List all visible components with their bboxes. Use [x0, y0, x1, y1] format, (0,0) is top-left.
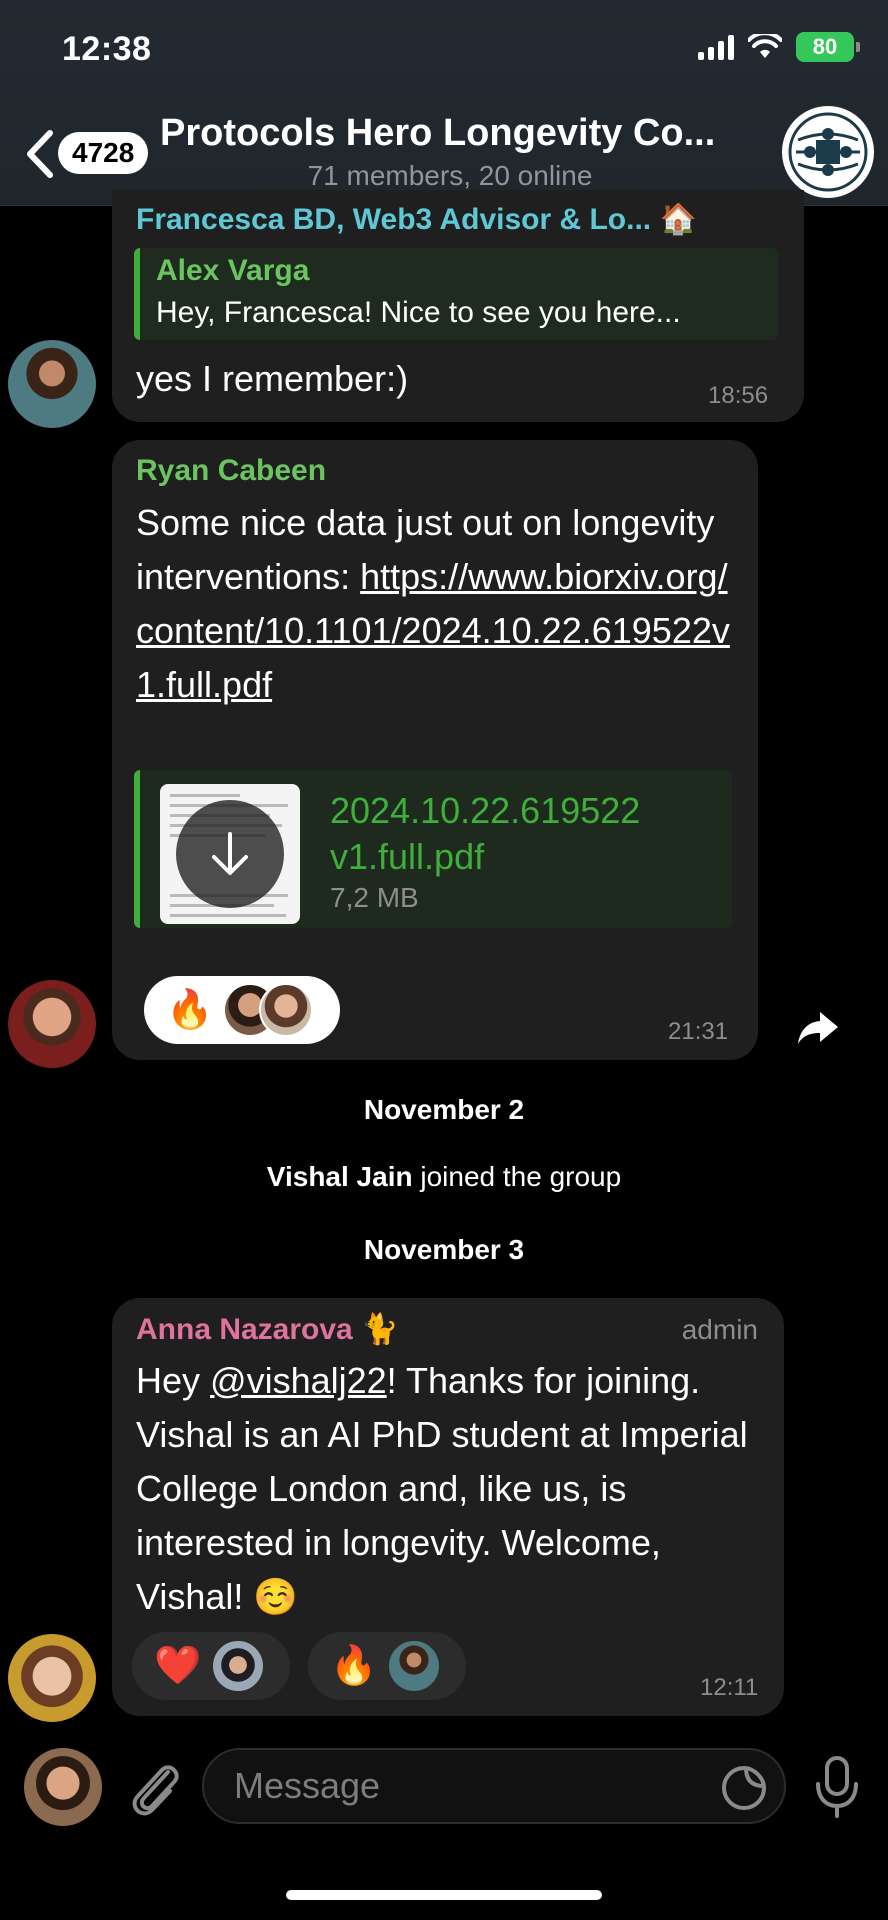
chat-header: 12:38 80 4728 Protocols Hero Longevity C… [0, 0, 888, 206]
mention-link[interactable]: @vishalj22 [210, 1360, 387, 1401]
group-avatar[interactable] [782, 106, 874, 198]
fire-emoji: 🔥 [166, 989, 214, 1031]
self-avatar[interactable] [24, 1748, 102, 1826]
reactor-avatar [259, 983, 314, 1037]
message-text-hey: Hey [136, 1360, 211, 1401]
date-separator: November 3 [363, 1234, 525, 1265]
battery-icon: 80 [796, 32, 860, 62]
sender-emoji: 🏠 [659, 203, 697, 236]
reply-quote[interactable]: Alex Varga Hey, Francesca! Nice to see y… [134, 248, 778, 340]
service-message: Vishal Jain joined the group [0, 1161, 888, 1193]
status-time: 12:38 [62, 30, 152, 68]
message-sender: Anna Nazarova 🐈 [136, 1312, 398, 1347]
status-icons: 80 [698, 32, 860, 62]
group-logo-icon [788, 112, 868, 192]
message-bubble-ryan[interactable]: Ryan Cabeen Some nice data just out on l… [112, 440, 758, 1060]
admin-badge: admin [681, 1314, 758, 1345]
avatar-francesca[interactable] [8, 340, 96, 428]
avatar-ryan[interactable] [8, 980, 96, 1068]
back-button[interactable] [14, 124, 64, 184]
download-button[interactable] [176, 800, 284, 908]
forward-icon[interactable] [796, 1010, 840, 1046]
chat-title[interactable]: Protocols Hero Longevity Co... [160, 112, 740, 155]
message-time: 12:11 [700, 1674, 759, 1701]
reply-text: Hey, Francesca! Nice to see you here... [156, 296, 681, 329]
home-indicator [286, 1890, 602, 1900]
unread-count-badge[interactable]: 4728 [58, 132, 149, 174]
chevron-left-icon [27, 130, 53, 178]
reaction-fire[interactable]: 🔥 [144, 976, 340, 1044]
reaction-fire[interactable]: 🔥 [308, 1632, 466, 1700]
fire-emoji: 🔥 [330, 1645, 378, 1687]
arrow-down-icon [212, 832, 248, 875]
message-text: yes I remember:) [136, 358, 409, 399]
message-bubble-anna[interactable]: Anna Nazarova 🐈 admin Hey @vishalj22! Th… [112, 1298, 784, 1716]
microphone-icon[interactable] [812, 1754, 862, 1820]
chat-subtitle[interactable]: 71 members, 20 online [160, 160, 740, 192]
avatar-anna[interactable] [8, 1634, 96, 1722]
file-attachment[interactable]: 2024.10.22.619522 v1.full.pdf 7,2 MB [134, 770, 732, 928]
reaction-heart[interactable]: ❤️ [132, 1632, 290, 1700]
paperclip-icon[interactable] [124, 1754, 184, 1820]
message-input[interactable] [202, 1748, 786, 1824]
service-user-name[interactable]: Vishal Jain [267, 1161, 413, 1192]
sender-name: Anna Nazarova [136, 1313, 353, 1346]
sender-emoji: 🐈 [361, 1313, 399, 1346]
wifi-icon [748, 34, 782, 58]
reaction-avatars [223, 983, 314, 1037]
heart-emoji: ❤️ [154, 1645, 202, 1687]
file-name: 2024.10.22.619522 v1.full.pdf [330, 790, 641, 877]
date-separator: November 2 [363, 1094, 525, 1125]
message-sender: Francesca BD, Web3 Advisor & Lo... 🏠 [136, 202, 697, 237]
message-time: 21:31 [668, 1018, 729, 1045]
message-text: Some nice data just out on longevity int… [136, 496, 740, 712]
message-time: 18:56 [708, 382, 769, 409]
reactor-avatar [387, 1639, 442, 1693]
sender-name: Francesca BD, Web3 Advisor & Lo... [136, 203, 652, 236]
file-size: 7,2 MB [330, 882, 419, 913]
reactor-avatar [211, 1639, 266, 1693]
document-thumbnail [160, 784, 300, 924]
message-bubble-francesca[interactable]: Francesca BD, Web3 Advisor & Lo... 🏠 Ale… [112, 190, 804, 422]
message-text: Hey @vishalj22! Thanks for joining. Vish… [136, 1354, 766, 1624]
service-action: joined the group [412, 1161, 622, 1192]
reply-author: Alex Varga [156, 254, 310, 287]
sticker-icon[interactable] [720, 1764, 768, 1812]
battery-level: 80 [812, 34, 838, 59]
signal-icon [698, 34, 734, 60]
composer-bar [0, 1730, 888, 1920]
message-sender: Ryan Cabeen [136, 454, 327, 487]
